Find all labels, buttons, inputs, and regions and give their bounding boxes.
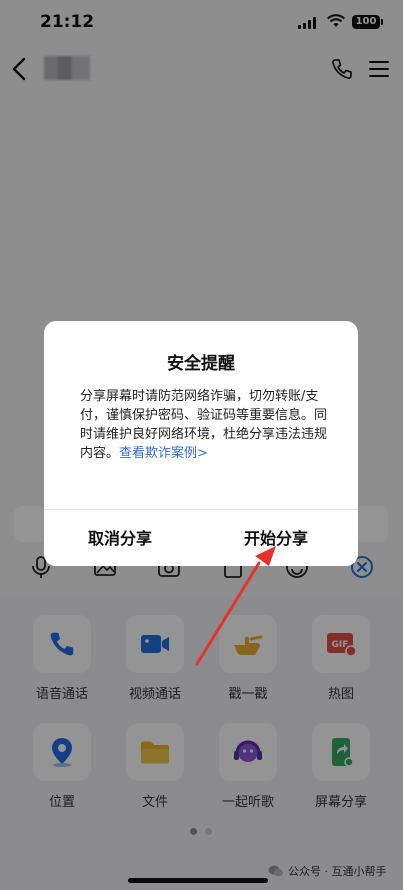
fraud-cases-link[interactable]: 查看欺诈案例>	[119, 446, 208, 461]
start-share-button[interactable]: 开始分享	[244, 525, 308, 549]
cancel-share-button[interactable]: 取消分享	[88, 525, 152, 549]
dialog-divider	[44, 509, 358, 510]
dialog-title: 安全提醒	[167, 354, 235, 374]
dialog-message: 分享屏幕时请防范网络诈骗，切勿转账/支付，谨慎保护密码、验证码等重要信息。同时请…	[80, 387, 328, 463]
security-reminder-dialog: 安全提醒 分享屏幕时请防范网络诈骗，切勿转账/支付，谨慎保护密码、验证码等重要信…	[44, 321, 358, 566]
